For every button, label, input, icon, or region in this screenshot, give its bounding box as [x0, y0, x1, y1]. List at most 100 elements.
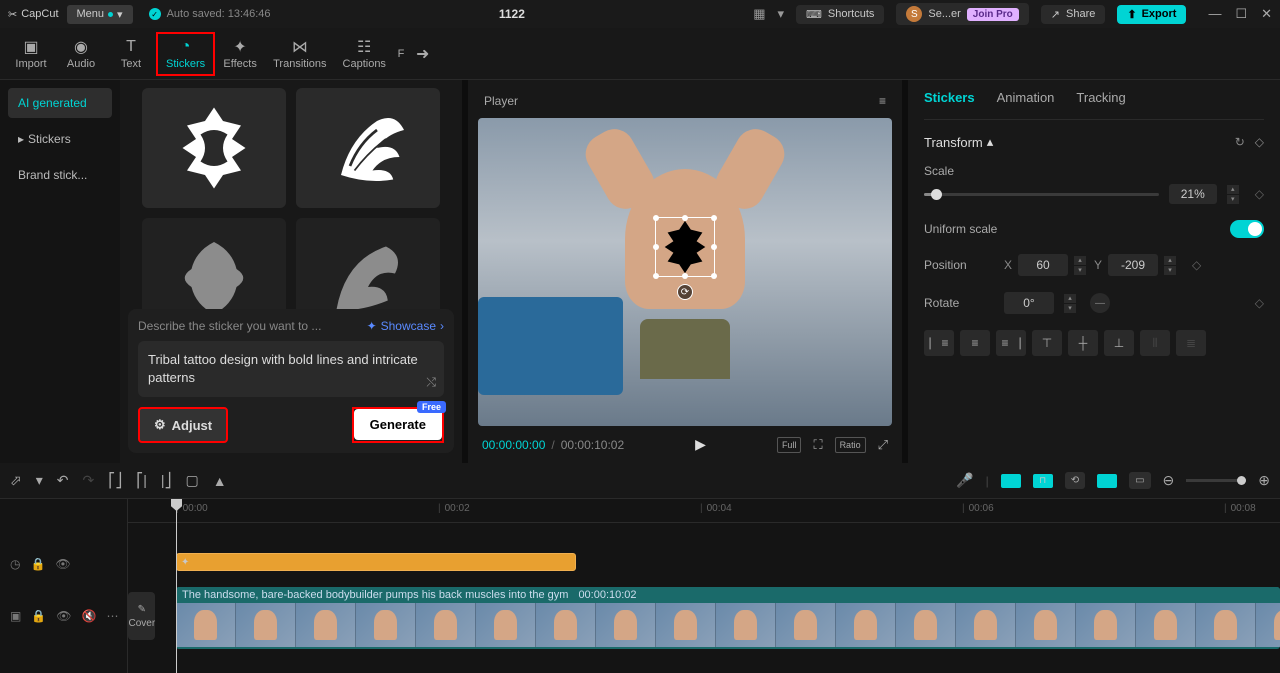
play-button[interactable]: ▶	[695, 436, 706, 453]
focus-icon[interactable]: ⛶	[813, 437, 822, 453]
lock-icon[interactable]: 🔒	[31, 609, 46, 623]
tab-transitions[interactable]: ⋈ Transitions	[265, 34, 334, 74]
tab-text[interactable]: T Text	[106, 34, 156, 74]
sticker-clip[interactable]: ✦	[176, 553, 576, 571]
overflow-button[interactable]: ➜	[408, 44, 437, 64]
increment-button[interactable]: ▴	[1074, 256, 1086, 265]
ratio-button[interactable]: Ratio	[835, 437, 866, 453]
split-button[interactable]: ⎡⎦	[108, 472, 122, 489]
showcase-link[interactable]: ✦ Showcase ›	[367, 319, 444, 333]
timeline-tracks[interactable]: 00:00 00:02 00:04 00:06 00:08 ✦ The hand…	[128, 499, 1280, 673]
mirror-button[interactable]: ▲	[213, 473, 227, 489]
adjust-button[interactable]: ⚙ Adjust	[138, 407, 228, 443]
share-button[interactable]: ↗ Share	[1041, 5, 1106, 24]
tab-animation[interactable]: Animation	[997, 90, 1055, 109]
generate-button[interactable]: Generate	[354, 409, 442, 440]
tab-stickers-props[interactable]: Stickers	[924, 90, 975, 109]
undo-button[interactable]: ↶	[57, 472, 69, 489]
layout-icon[interactable]: ▦	[753, 6, 765, 22]
sticker-thumbnail[interactable]	[142, 88, 286, 208]
sticker-selection[interactable]: ⟳	[655, 217, 715, 277]
sidebar-item-stickers[interactable]: ▸ Stickers	[8, 124, 112, 154]
menu-button[interactable]: Menu ▾	[67, 5, 133, 24]
position-x-input[interactable]: 60	[1018, 254, 1068, 276]
hamburger-icon[interactable]: ≡	[879, 94, 886, 108]
resize-handle[interactable]	[711, 273, 717, 279]
align-center-v-button[interactable]: ┼	[1068, 330, 1098, 356]
mic-icon[interactable]: 🎤	[956, 472, 973, 489]
delete-button[interactable]: ▢	[186, 472, 199, 489]
resize-handle[interactable]	[711, 215, 717, 221]
increment-button[interactable]: ▴	[1064, 294, 1076, 303]
player-viewport[interactable]: ⟳	[478, 118, 892, 426]
resize-handle[interactable]	[653, 215, 659, 221]
align-right-button[interactable]: ≡⎹	[996, 330, 1026, 356]
align-top-button[interactable]: ⊤	[1032, 330, 1062, 356]
user-button[interactable]: S Se...er Join Pro	[896, 3, 1028, 25]
reset-icon[interactable]: ↻	[1235, 135, 1245, 149]
distribute-h-button[interactable]: ⫴	[1140, 330, 1170, 356]
eye-icon[interactable]: 👁	[56, 609, 71, 623]
increment-button[interactable]: ▴	[1227, 185, 1239, 194]
resize-handle[interactable]	[682, 215, 688, 221]
more-icon[interactable]: ⋯	[106, 609, 118, 623]
link-toggle[interactable]: ⟲	[1065, 472, 1085, 489]
timeline-ruler[interactable]: 00:00 00:02 00:04 00:06 00:08	[128, 499, 1280, 523]
video-icon[interactable]: ▣	[10, 609, 21, 623]
keyframe-icon[interactable]: ◇	[1255, 187, 1264, 201]
transform-title[interactable]: Transform ▴	[924, 134, 993, 150]
zoom-out-button[interactable]: ⊖	[1163, 472, 1175, 489]
zoom-slider[interactable]	[1186, 479, 1246, 482]
decrement-button[interactable]: ▾	[1064, 304, 1076, 313]
resize-handle[interactable]	[653, 273, 659, 279]
position-y-input[interactable]: -209	[1108, 254, 1158, 276]
keyframe-icon[interactable]: ◇	[1192, 258, 1201, 272]
join-pro-badge[interactable]: Join Pro	[967, 8, 1019, 21]
resize-handle[interactable]	[653, 244, 659, 250]
shuffle-icon[interactable]: ⤭	[426, 374, 436, 391]
slider-thumb[interactable]	[931, 189, 942, 200]
chevron-down-icon[interactable]: ▾	[36, 472, 43, 489]
lock-icon[interactable]: 🔒	[30, 557, 45, 571]
resize-handle[interactable]	[711, 244, 717, 250]
magnet-toggle[interactable]: ⊓	[1033, 474, 1053, 488]
align-center-h-button[interactable]: ≡	[960, 330, 990, 356]
clock-icon[interactable]: ◷	[10, 557, 20, 571]
uniform-scale-toggle[interactable]	[1230, 220, 1264, 238]
zoom-in-button[interactable]: ⊕	[1258, 472, 1270, 489]
rotate-input[interactable]: 0°	[1004, 292, 1054, 314]
playhead[interactable]	[176, 499, 177, 673]
eye-icon[interactable]: 👁	[55, 557, 70, 571]
minimize-button[interactable]: —	[1208, 6, 1221, 22]
slider-thumb[interactable]	[1237, 476, 1246, 485]
tab-captions[interactable]: ☷ Captions	[335, 34, 394, 74]
resize-handle[interactable]	[682, 273, 688, 279]
tab-tracking[interactable]: Tracking	[1076, 90, 1125, 109]
mute-icon[interactable]: 🔇	[82, 609, 97, 623]
align-left-button[interactable]: ⎸≡	[924, 330, 954, 356]
sidebar-item-brand[interactable]: Brand stick...	[8, 160, 112, 190]
link-icon[interactable]: —	[1090, 293, 1110, 313]
sidebar-item-ai-generated[interactable]: AI generated	[8, 88, 112, 118]
marker-button[interactable]: ▭	[1129, 472, 1150, 489]
keyframe-icon[interactable]: ◇	[1255, 296, 1264, 310]
tab-audio[interactable]: ◉ Audio	[56, 34, 106, 74]
full-button[interactable]: Full	[777, 437, 802, 453]
distribute-v-button[interactable]: ≣	[1176, 330, 1206, 356]
increment-button[interactable]: ▴	[1164, 256, 1176, 265]
tab-stickers[interactable]: ◔ Stickers	[156, 32, 215, 76]
selection-tool-button[interactable]: ⬀	[10, 472, 22, 489]
split-right-button[interactable]: |⎦	[161, 472, 172, 489]
snap-toggle[interactable]	[1001, 474, 1021, 488]
split-left-button[interactable]: ⎡|	[136, 472, 147, 489]
sticker-thumbnail[interactable]	[296, 88, 440, 208]
scale-value[interactable]: 21%	[1169, 184, 1217, 204]
chevron-down-icon[interactable]: ▾	[777, 6, 784, 22]
decrement-button[interactable]: ▾	[1227, 195, 1239, 204]
export-button[interactable]: ⬆ Export	[1117, 5, 1186, 24]
align-bottom-button[interactable]: ⊥	[1104, 330, 1134, 356]
expand-icon[interactable]: ⤢	[878, 437, 888, 453]
preview-toggle[interactable]	[1097, 474, 1117, 488]
tab-more-cutoff[interactable]: F	[394, 44, 408, 64]
shortcuts-button[interactable]: ⌨ Shortcuts	[796, 5, 884, 24]
